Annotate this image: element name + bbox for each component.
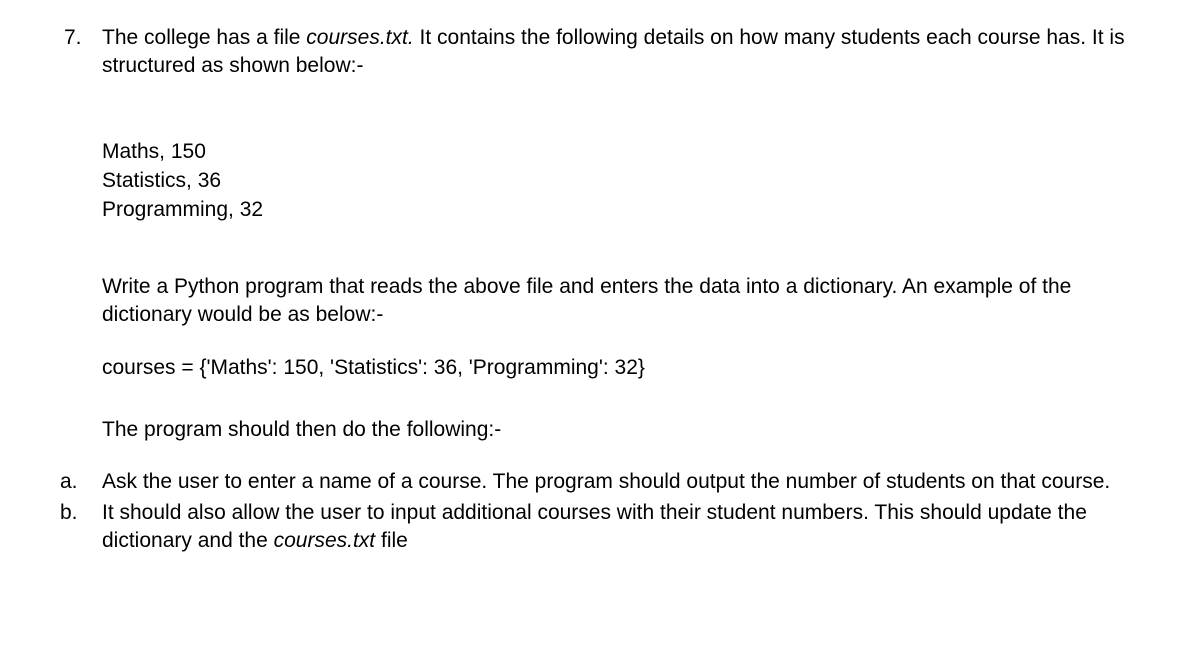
subitem-b-post: file xyxy=(375,529,408,552)
file-contents-block: Maths, 150 Statistics, 36 Programming, 3… xyxy=(102,137,1140,225)
subitem-b: b. It should also allow the user to inpu… xyxy=(60,499,1140,556)
subitem-letter: b. xyxy=(60,499,102,527)
question-intro: The college has a file courses.txt. It c… xyxy=(102,24,1140,81)
question-number: 7. xyxy=(60,24,102,52)
subitem-b-filename: courses.txt xyxy=(274,529,376,552)
intro-text-pre: The college has a file xyxy=(102,26,306,49)
subitem-a-text: Ask the user to enter a name of a course… xyxy=(102,468,1140,496)
subitem-letter: a. xyxy=(60,468,102,496)
intro-filename: courses.txt. xyxy=(306,26,413,49)
subitem-b-pre: It should also allow the user to input a… xyxy=(102,501,1087,552)
dictionary-example: courses = {'Maths': 150, 'Statistics': 3… xyxy=(102,354,1140,382)
paragraph-write: Write a Python program that reads the ab… xyxy=(102,273,1140,330)
subitem-a: a. Ask the user to enter a name of a cou… xyxy=(60,468,1140,496)
file-line: Statistics, 36 xyxy=(102,166,1140,195)
file-line: Programming, 32 xyxy=(102,195,1140,224)
question-row: 7. The college has a file courses.txt. I… xyxy=(60,24,1140,81)
subitem-b-text: It should also allow the user to input a… xyxy=(102,499,1140,556)
file-line: Maths, 150 xyxy=(102,137,1140,166)
paragraph-then: The program should then do the following… xyxy=(102,416,1140,444)
